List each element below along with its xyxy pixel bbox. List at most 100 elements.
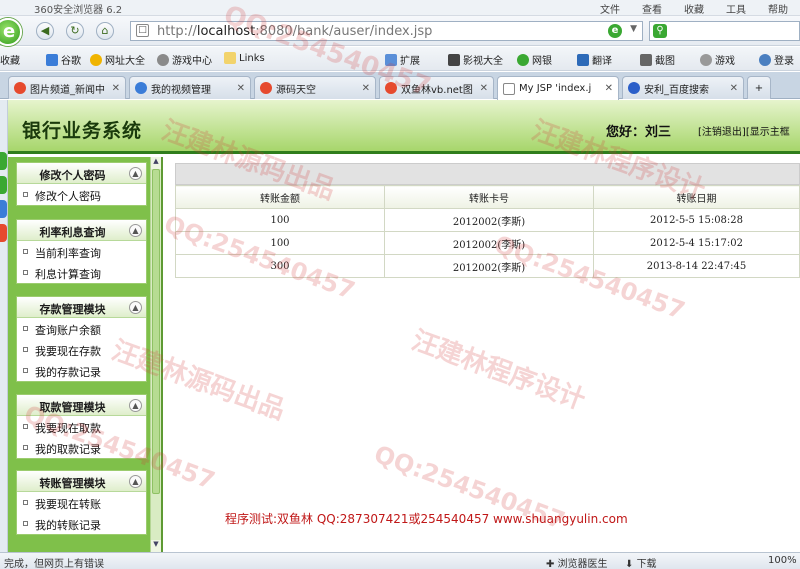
cell-amount: 300 [175,254,385,278]
menu-view[interactable]: 查看 [642,1,662,16]
gamepad-icon [700,53,712,66]
ie-mode-icon[interactable]: e [608,24,622,38]
menu-item-transfer-now[interactable]: 我要现在转账 [17,492,146,513]
bookmark-translate[interactable]: 翻译 [577,52,612,67]
bullet-icon [23,347,28,352]
back-arrow-icon[interactable]: ◀ [36,22,54,40]
browser-doctor-button[interactable]: ✚ 浏览器医生 [546,555,608,569]
menu-item-transfer-records[interactable]: 我的转账记录 [17,513,146,534]
menu-item-current-rate[interactable]: 当前利率查询 [17,241,146,262]
collapse-icon[interactable]: ▲ [129,224,142,237]
browser-menu-bar: 文件 查看 收藏 工具 帮助 [600,1,788,16]
site-icon [260,82,272,94]
menu-group-header[interactable]: 转账管理模块 ▲ [17,471,146,492]
tab-my-jsp-index[interactable]: My JSP 'index.j ✕ [497,76,619,100]
bookmark-extensions[interactable]: 扩展 [385,52,420,67]
scroll-down-icon[interactable]: ▼ [151,540,161,552]
table-header-row: 转账金额 转账卡号 转账日期 [175,185,800,209]
menu-item-withdraw-now[interactable]: 我要现在取款 [17,416,146,437]
menu-file[interactable]: 文件 [600,1,620,16]
scroll-up-icon[interactable]: ▲ [151,157,161,169]
tab-shuangyulin[interactable]: 双鱼林vb.net图 ✕ [379,76,494,99]
close-icon[interactable]: ✕ [362,83,370,94]
bookmark-game-center[interactable]: 游戏中心 [157,52,212,67]
tab-image-news[interactable]: 图片频道_新闻中 ✕ [8,76,126,99]
collapse-icon[interactable]: ▲ [129,399,142,412]
search-input[interactable]: ⚲ [649,21,800,41]
menu-scrollbar[interactable]: ▲ ▼ [150,157,161,552]
logout-link[interactable]: [注销退出] [698,127,746,138]
header-links: [注销退出][显示主框 [698,123,790,138]
new-tab-button[interactable]: + [747,76,771,99]
browser-status-bar: 完成，但网页上有错误 ✚ 浏览器医生 ⬇ 下载 100% [0,552,800,569]
close-icon[interactable]: ✕ [730,83,738,94]
menu-tools[interactable]: 工具 [726,1,746,16]
menu-item-deposit-records[interactable]: 我的存款记录 [17,360,146,381]
bookmark-google[interactable]: 谷歌 [46,52,81,67]
bookmark-web-directory[interactable]: 网址大全 [90,52,145,67]
bookmark-games[interactable]: 游戏 [700,52,735,67]
browser-logo-icon[interactable] [0,18,22,46]
menu-item-change-password[interactable]: 修改个人密码 [17,184,146,205]
plus-icon: + [754,82,764,94]
home-icon[interactable]: ⌂ [96,22,114,40]
bullet-icon [23,424,28,429]
side-tool-icon[interactable] [0,152,7,170]
cell-amount: 100 [175,208,385,232]
address-url[interactable]: http://localhost:8080/bank/auser/index.j… [157,24,432,39]
bookmark-links[interactable]: Links [224,52,265,64]
menu-group-header[interactable]: 利率利息查询 ▲ [17,220,146,241]
menu-favorites[interactable]: 收藏 [684,1,704,16]
cell-card: 2012002(李斯) [384,208,594,232]
close-icon[interactable]: ✕ [480,83,488,94]
bookmarks-bar: 收藏 谷歌 网址大全 游戏中心 Links 扩展 影视大全 网银 翻译 截图 游… [0,47,800,71]
tab-my-videos[interactable]: 我的视频管理 ✕ [129,76,251,99]
cell-amount: 100 [175,231,385,255]
close-icon[interactable]: ✕ [112,83,120,94]
chevron-down-icon[interactable]: ▼ [630,24,637,34]
menu-item-deposit-now[interactable]: 我要现在存款 [17,339,146,360]
menu-item-interest-calc[interactable]: 利息计算查询 [17,262,146,283]
menu-item-balance[interactable]: 查询账户余额 [17,318,146,339]
menu-item-withdraw-records[interactable]: 我的取款记录 [17,437,146,458]
download-button[interactable]: ⬇ 下载 [625,555,657,569]
cell-date: 2012-5-5 15:08:28 [593,208,800,232]
address-toolbar: ◀ ↻ ⌂ □ http://localhost:8080/bank/auser… [0,16,800,46]
bullet-icon [23,500,28,505]
menu-group-header[interactable]: 存款管理模块 ▲ [17,297,146,318]
bookmark-video[interactable]: 影视大全 [448,52,503,67]
close-icon[interactable]: ✕ [605,83,613,94]
scroll-thumb[interactable] [152,169,160,494]
zoom-level[interactable]: 100% [768,555,797,566]
shield-icon [517,53,529,66]
collapse-icon[interactable]: ▲ [129,301,142,314]
side-tool-icon[interactable] [0,200,7,218]
folder-icon [224,52,236,64]
menu-help[interactable]: 帮助 [768,1,788,16]
menu-group-header[interactable]: 取款管理模块 ▲ [17,395,146,416]
bookmark-screenshot[interactable]: 截图 [640,52,675,67]
bullet-icon [23,368,28,373]
close-icon[interactable]: ✕ [237,83,245,94]
collapse-icon[interactable]: ▲ [129,475,142,488]
collapse-icon[interactable]: ▲ [129,167,142,180]
side-tool-icon[interactable] [0,224,7,242]
side-tool-icon[interactable] [0,176,7,194]
address-bar[interactable]: □ http://localhost:8080/bank/auser/index… [130,21,643,41]
menu-group-header[interactable]: 修改个人密码 ▲ [17,163,146,184]
tab-baidu-search[interactable]: 安利_百度搜索 ✕ [622,76,744,99]
show-main-frame-link[interactable]: [显示主框 [746,127,790,138]
table-row: 100 2012002(李斯) 2012-5-5 15:08:28 [175,208,800,232]
browser-title: 360安全浏览器 6.2 [34,5,123,16]
bookmark-favorites[interactable]: 收藏 [0,52,20,67]
search-engine-icon[interactable]: ⚲ [653,24,667,38]
refresh-icon[interactable]: ↻ [66,22,84,40]
tab-bar: 图片频道_新闻中 ✕ 我的视频管理 ✕ 源码天空 ✕ 双鱼林vb.net图 ✕ My J… [0,72,800,100]
bookmark-online-bank[interactable]: 网银 [517,52,552,67]
tab-source-sky[interactable]: 源码天空 ✕ [254,76,376,99]
translate-icon [577,53,589,66]
baidu-paw-icon [628,82,640,94]
film-icon [448,53,460,66]
page-icon: □ [136,24,149,37]
bookmark-login[interactable]: 登录 [759,52,794,67]
